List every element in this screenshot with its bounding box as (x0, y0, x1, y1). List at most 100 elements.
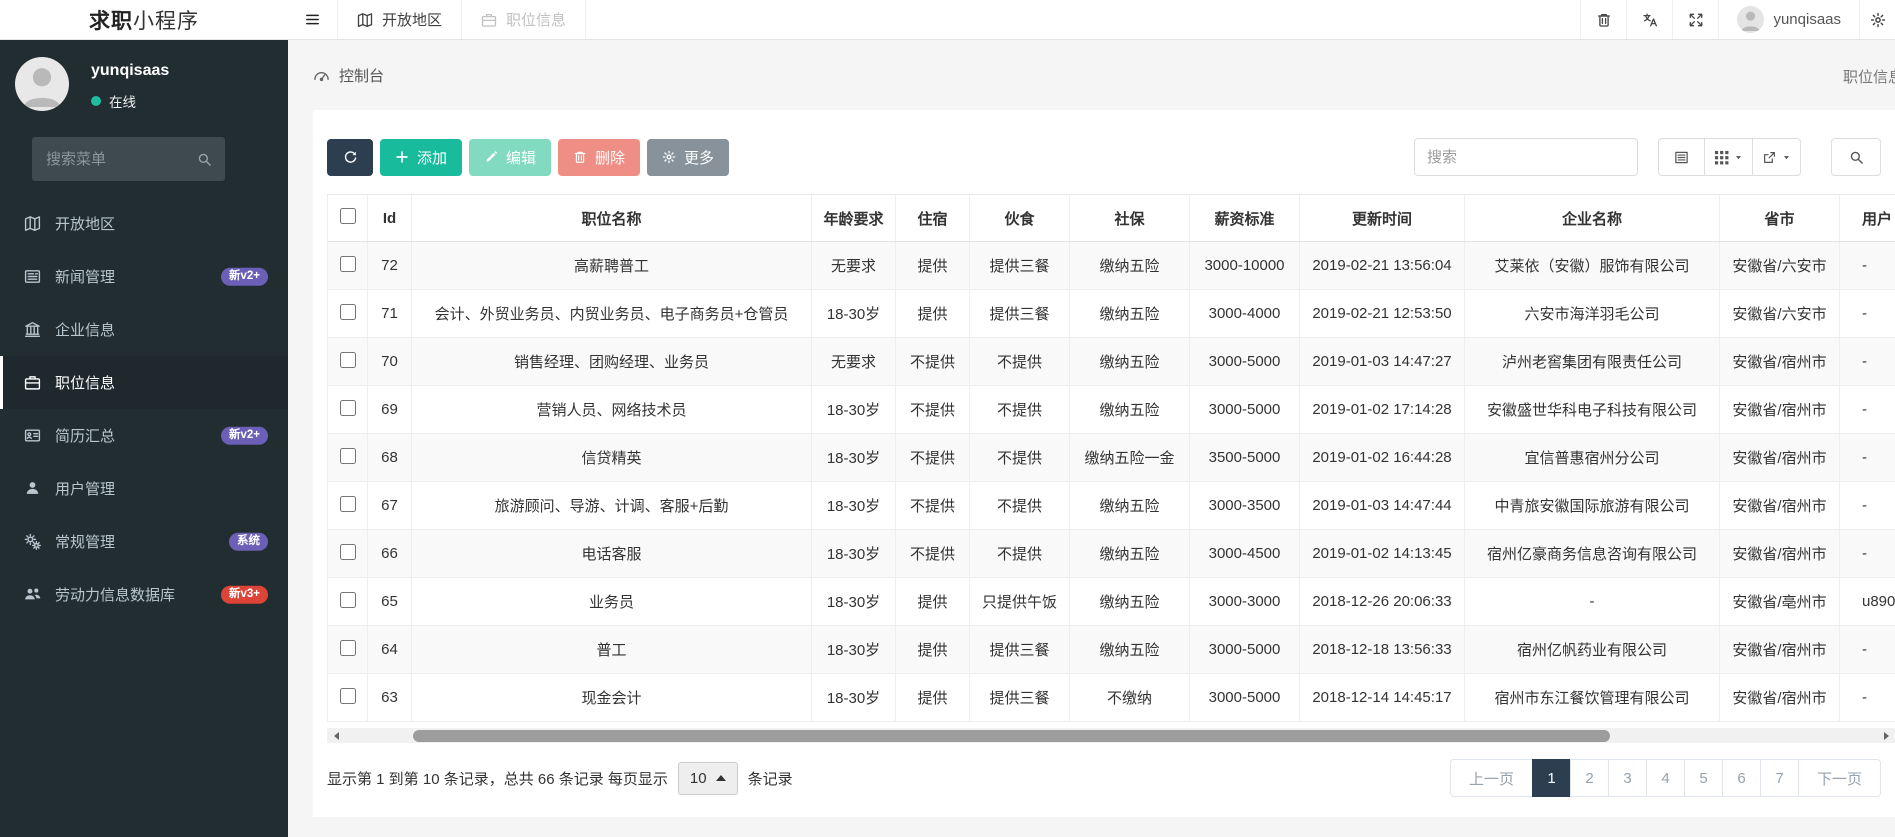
user-menu[interactable]: yunqisaas (1718, 0, 1859, 39)
scrollbar-track[interactable] (344, 728, 1878, 743)
trash-icon (1596, 12, 1612, 28)
sidebar-item-news[interactable]: 新闻管理 新v2+ (0, 250, 288, 303)
prev-page-button[interactable]: 上一页 (1449, 759, 1533, 797)
page-button-7[interactable]: 7 (1759, 759, 1799, 797)
search-button[interactable] (1831, 138, 1881, 176)
table-row: 69 营销人员、网络技术员 18-30岁 不提供 不提供 缴纳五险 3000-5000 201… (327, 385, 1895, 434)
row-checkbox[interactable] (339, 687, 356, 704)
language-button[interactable] (1626, 0, 1672, 39)
table-search-input[interactable] (1414, 138, 1638, 176)
cell-updated: 2019-01-03 14:47:44 (1299, 481, 1465, 530)
columns-button[interactable] (1704, 138, 1753, 176)
row-checkbox[interactable] (339, 543, 356, 560)
cell-company: 宿州市东江餐饮管理有限公司 (1464, 673, 1720, 722)
row-checkbox[interactable] (339, 351, 356, 368)
sidebar-item-jobs[interactable]: 职位信息 (0, 356, 288, 409)
column-header-company[interactable]: 企业名称 (1464, 194, 1720, 242)
cell-age: 18-30岁 (811, 529, 896, 578)
sidebar-item-settings[interactable]: 常规管理 系统 (0, 515, 288, 568)
row-select-cell (327, 433, 368, 482)
page-size-dropdown[interactable]: 10 (677, 761, 738, 795)
row-checkbox[interactable] (339, 255, 356, 272)
column-header-meals[interactable]: 伙食 (969, 194, 1070, 242)
row-checkbox[interactable] (339, 303, 356, 320)
sidebar-item-open-regions[interactable]: 开放地区 (0, 197, 288, 250)
settings-button[interactable] (1859, 0, 1895, 39)
scrollbar-thumb[interactable] (413, 729, 1610, 742)
pencil-icon (484, 150, 498, 164)
select-all-checkbox[interactable] (339, 208, 356, 224)
trash-button[interactable] (1580, 0, 1626, 39)
plus-icon (395, 150, 409, 164)
people-icon (23, 586, 42, 603)
row-select-cell (327, 673, 368, 722)
cell-updated: 2018-12-18 13:56:33 (1299, 625, 1465, 674)
cell-lodging: 提供 (895, 289, 970, 338)
page-button-6[interactable]: 6 (1721, 759, 1761, 797)
add-button-label: 添加 (417, 149, 448, 167)
brand-light: 小程序 (133, 9, 199, 33)
delete-button[interactable]: 删除 (558, 138, 641, 176)
column-header-id[interactable]: Id (367, 194, 412, 242)
scroll-right-button[interactable] (1878, 728, 1895, 743)
cell-id: 64 (367, 625, 412, 674)
row-select-cell (327, 289, 368, 338)
column-header-insurance[interactable]: 社保 (1069, 194, 1190, 242)
row-checkbox[interactable] (339, 591, 356, 608)
row-checkbox[interactable] (339, 639, 356, 656)
more-button[interactable]: 更多 (647, 138, 730, 176)
topnav-tab-job-info[interactable]: 职位信息 (462, 0, 587, 39)
cell-user: - (1839, 673, 1895, 722)
row-checkbox[interactable] (339, 495, 356, 512)
topnav-tab-open-regions[interactable]: 开放地区 (338, 0, 463, 39)
table-row: 70 销售经理、团购经理、业务员 无要求 不提供 不提供 缴纳五险 3000-5000 201… (327, 337, 1895, 386)
column-header-user[interactable]: 用户 (1839, 194, 1895, 242)
row-checkbox[interactable] (339, 447, 356, 464)
column-header-updated[interactable]: 更新时间 (1299, 194, 1465, 242)
breadcrumb-label[interactable]: 控制台 (339, 65, 384, 86)
page-button-4[interactable]: 4 (1645, 759, 1685, 797)
refresh-button[interactable] (327, 138, 373, 176)
sidebar-item-companies[interactable]: 企业信息 (0, 303, 288, 356)
edit-button[interactable]: 编辑 (469, 138, 552, 176)
user-menu-name: yunqisaas (1773, 11, 1841, 28)
columns-icon (1714, 150, 1729, 165)
sidebar-item-labor-db[interactable]: 劳动力信息数据库 新v3+ (0, 568, 288, 621)
toolbar-right (1414, 138, 1881, 176)
sidebar-toggle-button[interactable] (288, 0, 338, 39)
caret-down-icon (1782, 153, 1791, 162)
detail-view-button[interactable] (1658, 138, 1705, 176)
page-button-2[interactable]: 2 (1569, 759, 1609, 797)
pagination: 上一页 1 2 3 4 5 6 7 下一页 (1449, 759, 1881, 797)
cell-title: 普工 (411, 625, 812, 674)
fullscreen-button[interactable] (1672, 0, 1718, 39)
cell-title: 销售经理、团购经理、业务员 (411, 337, 812, 386)
cell-meals: 不提供 (969, 529, 1070, 578)
sidebar-item-users[interactable]: 用户管理 (0, 462, 288, 515)
brand-logo: 求职 小程序 (0, 0, 288, 39)
sidebar-user-panel: yunqisaas 在线 (0, 40, 288, 111)
cell-salary: 3000-5000 (1189, 337, 1300, 386)
next-page-button[interactable]: 下一页 (1797, 759, 1881, 797)
cell-insurance: 缴纳五险 (1069, 337, 1190, 386)
row-checkbox[interactable] (339, 399, 356, 416)
column-header-title[interactable]: 职位名称 (411, 194, 812, 242)
scroll-left-button[interactable] (327, 728, 344, 743)
column-header-salary[interactable]: 薪资标准 (1189, 194, 1300, 242)
sidebar-item-label: 常规管理 (55, 534, 116, 551)
column-header-lodging[interactable]: 住宿 (895, 194, 970, 242)
cell-updated: 2019-01-02 14:13:45 (1299, 529, 1465, 578)
export-button[interactable] (1752, 138, 1801, 176)
column-header-region[interactable]: 省市 (1719, 194, 1840, 242)
cell-user: - (1839, 433, 1895, 482)
breadcrumb: 控制台 职位信息 (288, 40, 1895, 110)
page-button-3[interactable]: 3 (1607, 759, 1647, 797)
topbar: 求职 小程序 开放地区 职位信息 yunqisaas (0, 0, 1895, 40)
page-button-1[interactable]: 1 (1531, 759, 1571, 797)
page-button-5[interactable]: 5 (1683, 759, 1723, 797)
cell-id: 63 (367, 673, 412, 722)
cell-lodging: 不提供 (895, 385, 970, 434)
add-button[interactable]: 添加 (380, 138, 463, 176)
sidebar-item-resumes[interactable]: 简历汇总 新v2+ (0, 409, 288, 462)
column-header-age[interactable]: 年龄要求 (811, 194, 896, 242)
